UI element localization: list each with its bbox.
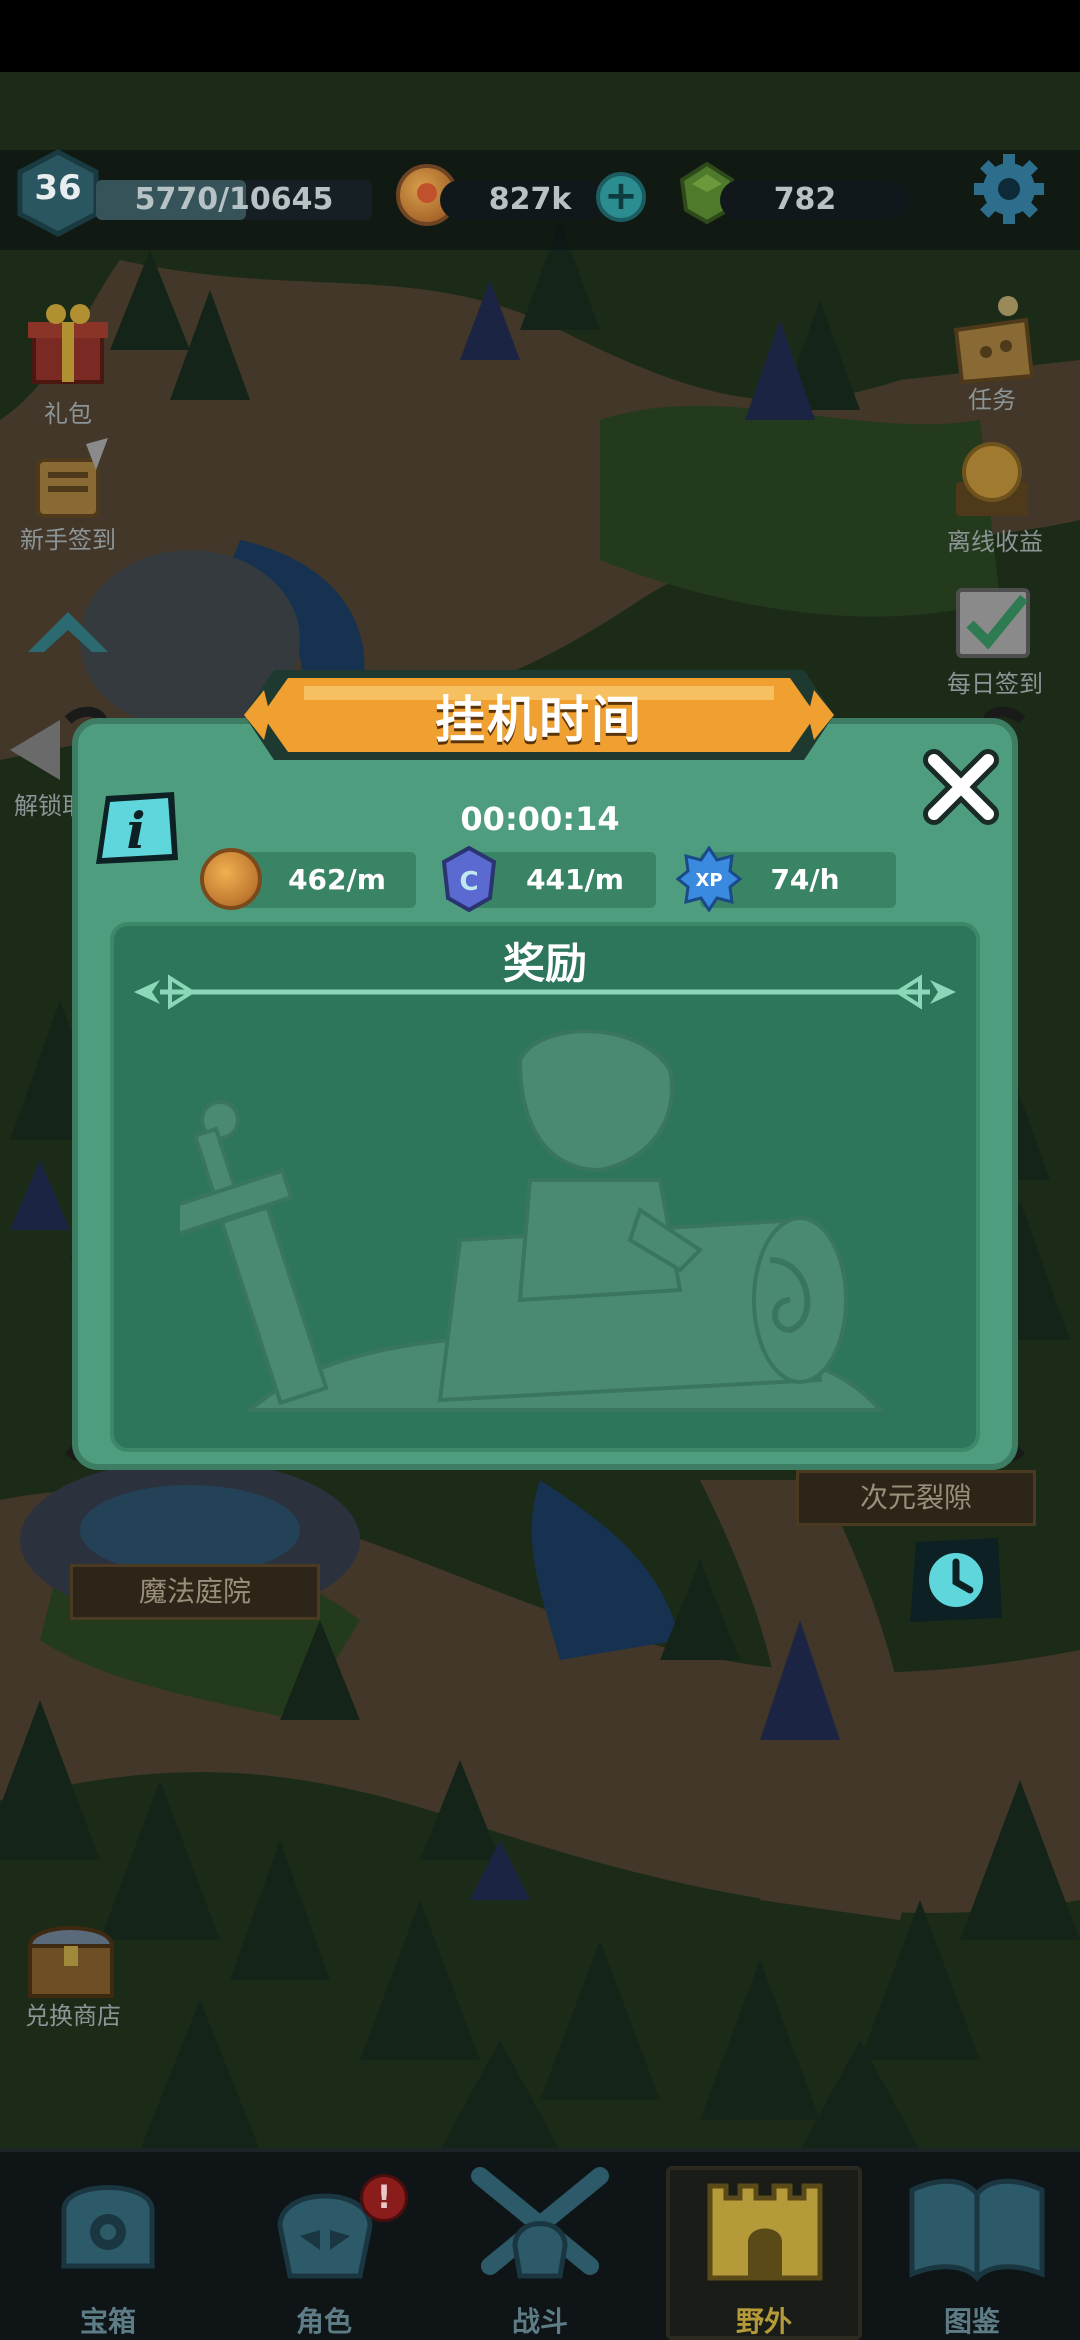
quest-board-icon[interactable]	[936, 290, 1048, 390]
blue-crystal-icon: C	[441, 846, 497, 912]
newbie-checkin-label: 新手签到	[20, 526, 116, 554]
crossed-swords-icon	[471, 2167, 609, 2279]
tab-chest-label: 宝箱	[79, 2305, 136, 2338]
character-alert-badge: !	[360, 2174, 408, 2222]
tab-character-label: 角色	[295, 2305, 352, 2338]
magic-courtyard-label[interactable]: 魔法庭院	[70, 1564, 320, 1620]
gift-label: 礼包	[44, 400, 92, 428]
book-icon	[909, 2178, 1045, 2282]
add-gold-button[interactable]: +	[596, 172, 646, 222]
resting-hero-illustration	[180, 1029, 885, 1412]
info-button-icon[interactable]: i	[92, 790, 180, 868]
gold-amount: 827k	[488, 182, 572, 217]
gift-box-icon[interactable]	[12, 292, 124, 392]
svg-text:C: C	[459, 867, 478, 897]
svg-text:XP: XP	[695, 870, 722, 891]
collapse-chevron-icon[interactable]	[12, 590, 124, 690]
idle-timer: 00:00:14	[460, 800, 620, 838]
status-bar	[0, 0, 1080, 72]
exchange-shop-label: 兑换商店	[25, 2002, 121, 2030]
xp-text: 5770/10645	[134, 182, 334, 217]
offline-income-coin-icon[interactable]	[936, 428, 1048, 528]
castle-icon	[707, 2183, 823, 2281]
idle-clock-button-icon[interactable]	[902, 1534, 1006, 1626]
tab-codex-label: 图鉴	[943, 2305, 1000, 2338]
settings-gear-icon[interactable]	[970, 150, 1048, 228]
info-symbol: i	[127, 801, 146, 860]
xp-star-icon: XP	[676, 846, 742, 912]
quests-label: 任务	[968, 386, 1016, 414]
exchange-shop-chest-icon[interactable]	[14, 1906, 126, 2006]
crystal-rate: 441/m	[526, 863, 624, 896]
newbie-checkin-scroll-icon[interactable]	[12, 430, 124, 530]
tab-battle-label: 战斗	[511, 2305, 568, 2338]
daily-checkin-icon[interactable]	[936, 568, 1048, 668]
tab-wilderness-label: 野外	[735, 2305, 792, 2338]
gem-amount: 782	[773, 182, 837, 217]
close-icon[interactable]	[918, 744, 1004, 830]
arrow-divider	[134, 974, 956, 1010]
player-level: 36	[34, 168, 82, 208]
modal-title: 挂机时间	[435, 691, 643, 749]
chest-icon	[61, 2185, 155, 2269]
xp-rate: 74/h	[770, 863, 840, 896]
gold-rate: 462/m	[288, 863, 386, 896]
gold-coin-icon	[200, 848, 262, 910]
offline-income-label: 离线收益	[947, 528, 1043, 556]
